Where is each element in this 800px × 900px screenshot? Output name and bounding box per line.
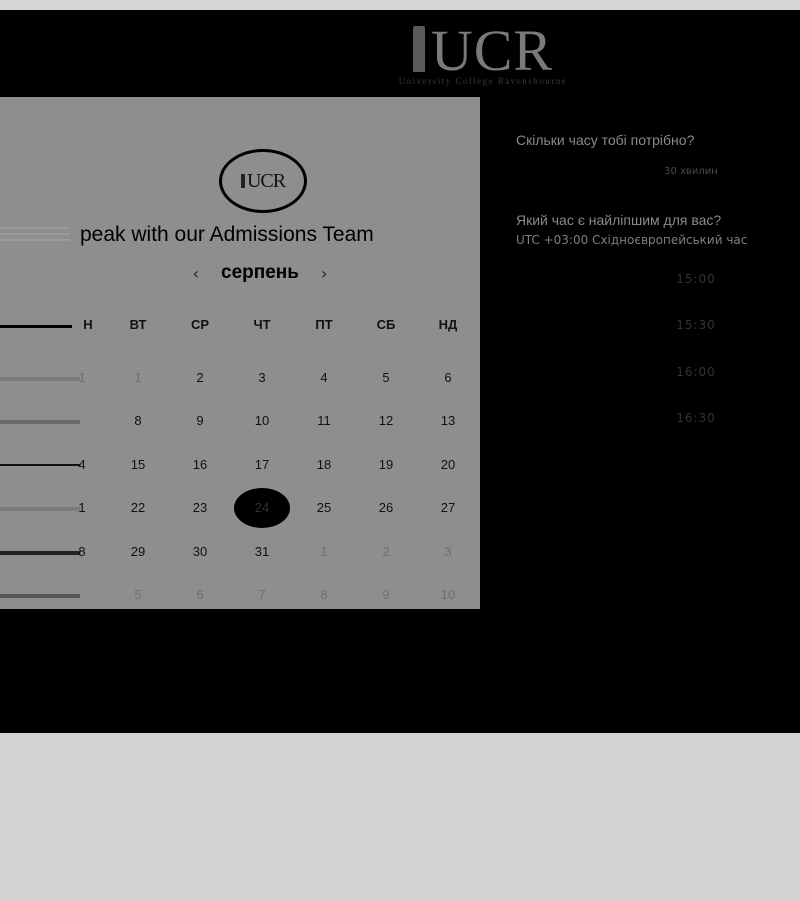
weekday-label: ПТ [315, 317, 333, 332]
calendar-day[interactable]: 10 [428, 580, 468, 609]
calendar-day[interactable]: 26 [366, 493, 406, 523]
row-decoration [0, 594, 80, 598]
calendar-day[interactable]: 9 [180, 406, 220, 436]
booking-modal: UCR University College Ravensbourne UCR … [0, 10, 800, 733]
logo-tagline: University College Ravensbourne [398, 76, 568, 86]
calendar-day[interactable]: 11 [304, 406, 344, 436]
calendar-day[interactable]: 2 [180, 363, 220, 393]
calendar-day-selected[interactable]: 24 [234, 488, 290, 528]
calendar-day[interactable]: 19 [366, 450, 406, 480]
calendar-week-row: 1 22 23 24 25 26 27 [0, 488, 480, 528]
time-slot-button[interactable]: 15:30 [676, 318, 716, 332]
calendar-day[interactable]: 15 [118, 450, 158, 480]
calendar-day[interactable]: 3 [428, 537, 468, 567]
calendar-day[interactable]: 4 [304, 363, 344, 393]
calendar-week-row: 5 6 7 8 9 10 [0, 580, 480, 609]
calendar-week-row: 4 15 16 17 18 19 20 [0, 450, 480, 480]
weekday-label: ЧТ [253, 317, 271, 332]
calendar-day[interactable]: 6 [428, 363, 468, 393]
calendar-day[interactable]: 8 [118, 406, 158, 436]
calendar-day[interactable]: 27 [428, 493, 468, 523]
calendar-day[interactable]: 23 [180, 493, 220, 523]
weekday-label: Н [83, 317, 93, 332]
weekday-label: ВТ [129, 317, 147, 332]
duration-value[interactable]: 30 хвилин [516, 166, 800, 177]
weekday-label: СБ [376, 317, 396, 332]
calendar-week-row: 8 29 30 31 1 2 3 [0, 537, 480, 567]
calendar-day[interactable]: 30 [180, 537, 220, 567]
tower-icon [412, 26, 425, 72]
calendar-day[interactable]: 1 [118, 363, 158, 393]
calendar-day[interactable]: 22 [118, 493, 158, 523]
month-label: серпень [221, 262, 299, 283]
calendar-day[interactable]: 8 [62, 537, 102, 567]
calendar-day[interactable]: 12 [366, 406, 406, 436]
calendar-day[interactable]: 17 [242, 450, 282, 480]
calendar-day[interactable]: 6 [180, 580, 220, 609]
time-question: Який час є найліпшим для вас? [516, 212, 722, 228]
calendar-day[interactable]: 1 [62, 493, 102, 523]
time-slot-button[interactable]: 16:00 [676, 365, 716, 379]
header-logo: UCR University College Ravensbourne [378, 20, 588, 95]
weekday-label: НД [438, 317, 458, 332]
title-decoration [0, 227, 70, 247]
calendar-day[interactable]: 31 [242, 537, 282, 567]
calendar-week-row: 1123456 [0, 363, 480, 393]
calendar-day[interactable]: 10 [242, 406, 282, 436]
calendar-day[interactable]: 5 [366, 363, 406, 393]
calendar-card: UCR peak with our Admissions Team ‹ серп… [0, 97, 480, 609]
calendar-day[interactable]: 7 [242, 580, 282, 609]
top-strip [0, 0, 800, 10]
weekday-label: СР [190, 317, 210, 332]
calendar-day[interactable]: 3 [242, 363, 282, 393]
logo-wordmark: UCR [378, 20, 588, 82]
tower-icon [240, 174, 245, 188]
calendar-day[interactable]: 9 [366, 580, 406, 609]
calendar-day[interactable]: 16 [180, 450, 220, 480]
calendar-day[interactable]: 18 [304, 450, 344, 480]
month-nav: ‹ серпень › [180, 261, 340, 285]
calendar-day[interactable]: 2 [366, 537, 406, 567]
calendar-day[interactable]: 1 [304, 537, 344, 567]
logo-text: UCR [430, 18, 554, 83]
next-month-icon[interactable]: › [321, 264, 327, 283]
row-decoration [0, 420, 80, 424]
calendar-week-row: 8 9 10 11 12 13 [0, 406, 480, 436]
calendar-day[interactable]: 25 [304, 493, 344, 523]
calendar-day[interactable]: 29 [118, 537, 158, 567]
time-slot-button[interactable]: 15:00 [676, 272, 716, 286]
calendar-day[interactable]: 4 [62, 450, 102, 480]
calendar-day[interactable]: 5 [118, 580, 158, 609]
card-logo-text: UCR [246, 169, 286, 192]
weekday-header: Н ВТ СР ЧТ ПТ СБ НД [0, 317, 480, 337]
calendar-day[interactable]: 20 [428, 450, 468, 480]
duration-question: Скільки часу тобі потрібно? [516, 132, 695, 148]
prev-month-icon[interactable]: ‹ [193, 264, 199, 283]
calendar-title: peak with our Admissions Team [80, 223, 374, 246]
calendar-day[interactable]: 8 [304, 580, 344, 609]
time-slot-button[interactable]: 16:30 [676, 411, 716, 425]
calendar-day[interactable]: 13 [428, 406, 468, 436]
weekday-line [0, 325, 72, 328]
calendar-day[interactable]: 1 [62, 363, 102, 393]
timezone-label[interactable]: UTC +03:00 Східноєвропейський час [516, 233, 747, 247]
card-logo: UCR [219, 149, 307, 213]
